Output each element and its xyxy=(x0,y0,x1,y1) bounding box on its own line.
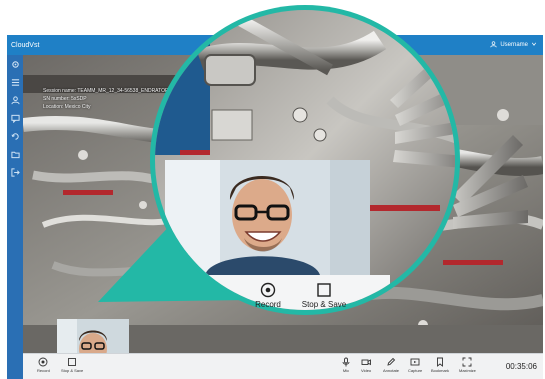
chat-icon[interactable] xyxy=(10,113,20,123)
session-timer: 00:35:06 xyxy=(505,362,537,371)
logout-icon[interactable] xyxy=(10,167,20,177)
session-name: Session name: TEAMM_MR_12_34-56538_ENDRA… xyxy=(43,88,175,94)
logo-text: CloudVst xyxy=(11,41,40,49)
bookmark-button[interactable]: Bookmark xyxy=(431,357,449,373)
pencil-icon xyxy=(387,357,396,366)
sidebar xyxy=(7,55,23,379)
microphone-icon xyxy=(342,357,350,367)
video-camera-icon xyxy=(361,359,372,366)
maximize-label: Maximize xyxy=(459,368,476,373)
list-icon[interactable] xyxy=(10,77,20,87)
stop-save-button[interactable]: Stop & Save xyxy=(61,357,83,373)
maximize-button[interactable]: Maximize xyxy=(459,357,476,373)
sn-number: SN number: 5xSDP xyxy=(43,96,87,102)
logo: CloudVst xyxy=(11,42,39,49)
annotate-label: Annotate xyxy=(383,368,400,373)
self-view-image xyxy=(57,319,129,353)
user-menu[interactable]: Username xyxy=(490,40,537,50)
record-label: Record xyxy=(37,368,50,373)
record-button[interactable]: Record xyxy=(37,357,50,373)
user-icon[interactable] xyxy=(10,95,20,105)
username-label: Username xyxy=(500,42,528,48)
stop-icon xyxy=(68,358,77,366)
self-view-pip[interactable] xyxy=(57,319,129,353)
refresh-chat-icon[interactable] xyxy=(10,131,20,141)
video-feed: Session name: TEAMM_MR_12_34-56538_ENDRA… xyxy=(23,55,543,353)
maximize-icon xyxy=(462,357,472,367)
user-icon xyxy=(490,40,497,50)
location: Location: Mexico City xyxy=(43,104,91,110)
mic-label: Mic xyxy=(342,368,350,373)
record-icon xyxy=(39,357,48,367)
settings-icon[interactable] xyxy=(10,59,20,69)
bookmark-icon xyxy=(437,357,443,367)
capture-button[interactable]: Capture xyxy=(408,357,422,373)
session-info: Session name: TEAMM_MR_12_34-56538_ENDRA… xyxy=(43,87,174,111)
bottom-toolbar: Record Stop & Save Mic Video Annotate Ca… xyxy=(23,353,543,379)
stop-save-label: Stop & Save xyxy=(61,368,84,373)
mic-button[interactable]: Mic xyxy=(341,357,351,373)
annotate-button[interactable]: Annotate xyxy=(383,357,399,373)
capture-icon xyxy=(410,358,420,366)
folder-icon[interactable] xyxy=(10,149,20,159)
video-label: Video xyxy=(361,368,372,373)
top-bar: CloudVst Username xyxy=(7,35,543,55)
app-window: CloudVst Username Session name: TEAMM_MR… xyxy=(7,35,543,379)
capture-label: Capture xyxy=(408,368,423,373)
video-button[interactable]: Video xyxy=(361,357,371,373)
bookmark-label: Bookmark xyxy=(431,368,450,373)
chevron-down-icon xyxy=(531,41,537,49)
